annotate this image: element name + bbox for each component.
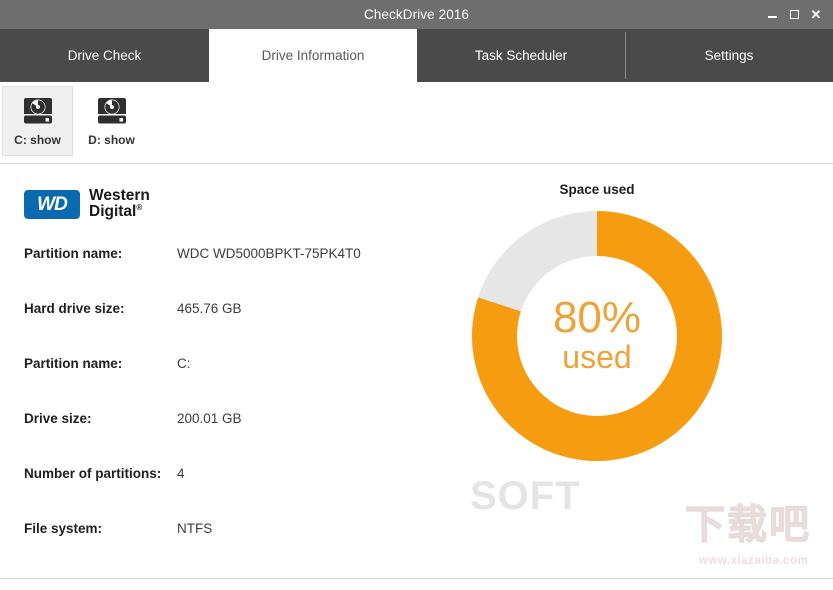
drive-button-d[interactable]: D: show (76, 86, 147, 156)
donut-slice-free (478, 211, 597, 312)
info-row: Drive size: 200.01 GB (24, 411, 424, 466)
close-button[interactable]: ✕ (805, 0, 827, 29)
wd-wordmark-line2: Digital® (89, 203, 143, 221)
space-used-chart: Space used 80% used (462, 182, 752, 472)
checkdrive-window: CheckDrive 2016 ✕ Drive Check Drive Info… (0, 0, 833, 590)
wd-badge: WD (24, 189, 80, 219)
tab-bar: Drive Check Drive Information Task Sched… (0, 29, 833, 82)
watermark-corner: 下载吧 www.xiazaiba.com (685, 503, 825, 575)
wd-wordmark: Western Digital® (89, 187, 150, 221)
info-row: Partition name: C: (24, 356, 424, 411)
info-label: File system: (24, 521, 103, 536)
watermark-corner-url: www.xiazaiba.com (699, 555, 809, 567)
info-label: Number of partitions: (24, 466, 162, 481)
minimize-icon (767, 16, 777, 18)
title-bar: CheckDrive 2016 ✕ (0, 0, 833, 29)
donut-chart: 80% used (472, 211, 722, 461)
bottom-divider (0, 578, 833, 579)
hard-drive-icon (21, 95, 55, 127)
drive-selector-toolbar: C: show D: show (0, 82, 833, 164)
info-row: Partition name: WDC WD5000BPKT-75PK4T0 (24, 246, 424, 301)
tab-settings[interactable]: Settings (625, 29, 833, 82)
close-icon: ✕ (810, 7, 822, 22)
drive-button-label: D: show (88, 133, 135, 147)
tab-drive-check[interactable]: Drive Check (0, 29, 209, 82)
info-label: Hard drive size: (24, 301, 125, 316)
wd-badge-text: WD (37, 193, 68, 215)
info-row: File system: NTFS (24, 521, 424, 576)
western-digital-logo: WD Western Digital® (24, 187, 150, 221)
info-value: NTFS (177, 521, 213, 536)
tab-task-scheduler[interactable]: Task Scheduler (417, 29, 625, 82)
info-value: 465.76 GB (177, 301, 242, 316)
minimize-button[interactable] (761, 0, 783, 29)
window-controls: ✕ (761, 0, 827, 29)
drive-information-panel: SOFT WD Western Digital® Partition name:… (0, 164, 833, 579)
wd-wordmark-line1: Western (89, 187, 150, 204)
maximize-button[interactable] (783, 0, 805, 29)
watermark-center: SOFT (470, 474, 581, 518)
tab-drive-information[interactable]: Drive Information (209, 29, 417, 82)
watermark-corner-text: 下载吧 (685, 503, 811, 547)
registered-mark: ® (136, 203, 143, 213)
info-label: Drive size: (24, 411, 92, 426)
drive-button-label: C: show (14, 133, 61, 147)
info-value: C: (177, 356, 191, 371)
info-label: Partition name: (24, 246, 123, 261)
info-row: Number of partitions: 4 (24, 466, 424, 521)
maximize-icon (789, 10, 799, 19)
info-value: 200.01 GB (177, 411, 242, 426)
info-value: WDC WD5000BPKT-75PK4T0 (177, 246, 361, 261)
info-label: Partition name: (24, 356, 123, 371)
hard-drive-icon (95, 95, 129, 127)
drive-info-table: Partition name: WDC WD5000BPKT-75PK4T0 H… (24, 246, 424, 576)
info-value: 4 (177, 466, 185, 481)
drive-button-c[interactable]: C: show (2, 86, 73, 156)
chart-title: Space used (559, 182, 635, 197)
info-row: Hard drive size: 465.76 GB (24, 301, 424, 356)
window-title: CheckDrive 2016 (363, 7, 470, 22)
